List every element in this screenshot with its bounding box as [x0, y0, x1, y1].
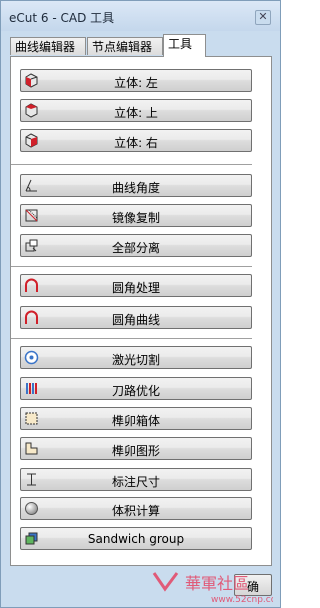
laser-cut-label: 激光切割 [111, 353, 160, 367]
fillet-label: 圆角处理 [111, 281, 160, 295]
toolpath-opt-label: 刀路优化 [111, 384, 160, 398]
separate-all-label: 全部分离 [111, 241, 160, 255]
tab-node-editor[interactable]: 节点编辑器 [87, 37, 163, 55]
sandwich-group-button[interactable]: Sandwich group [20, 527, 252, 550]
cad-tools-window: eCut 6 - CAD 工具 ✕ 曲线编辑器 节点编辑器 工具 立体: 左 立… [0, 0, 281, 608]
toolpath-opt-button[interactable]: 刀路优化 [20, 377, 252, 400]
view-right-label: 立体: 右 [114, 136, 158, 150]
tab-curve-editor[interactable]: 曲线编辑器 [10, 37, 86, 55]
dimension-label: 标注尺寸 [111, 475, 160, 489]
curve-angle-label: 曲线角度 [111, 181, 160, 195]
fillet-button[interactable]: 圆角处理 [20, 274, 252, 297]
view-left-button[interactable]: 立体: 左 [20, 69, 252, 92]
tenon-box-label: 榫卯箱体 [111, 414, 160, 428]
volume-calc-button[interactable]: 体积计算 [20, 497, 252, 520]
watermark-text: 華軍社區 [185, 574, 249, 593]
window-title: eCut 6 - CAD 工具 [9, 11, 115, 25]
mirror-copy-label: 镜像复制 [111, 211, 160, 225]
separate-all-button[interactable]: 全部分离 [20, 234, 252, 257]
tenon-shape-label: 榫卯图形 [111, 444, 160, 458]
separator [11, 164, 252, 166]
separator [11, 338, 252, 340]
watermark-logo: 華軍社區 www.52cnp.com [152, 572, 273, 605]
tenon-box-button[interactable]: 榫卯箱体 [20, 407, 252, 430]
tenon-shape-button[interactable]: 榫卯图形 [20, 437, 252, 460]
view-top-label: 立体: 上 [114, 106, 158, 120]
title-bar[interactable]: eCut 6 - CAD 工具 ✕ [1, 1, 280, 31]
mirror-copy-button[interactable]: 镜像复制 [20, 204, 252, 227]
tab-tools[interactable]: 工具 [163, 34, 206, 57]
fillet-curve-label: 圆角曲线 [111, 313, 160, 327]
separator [11, 266, 252, 268]
dimension-button[interactable]: 标注尺寸 [20, 468, 252, 491]
sandwich-group-label: Sandwich group [87, 532, 185, 546]
curve-angle-button[interactable]: 曲线角度 [20, 174, 252, 197]
view-left-label: 立体: 左 [114, 76, 158, 90]
fillet-curve-button[interactable]: 圆角曲线 [20, 306, 252, 329]
view-right-button[interactable]: 立体: 右 [20, 129, 252, 152]
laser-cut-button[interactable]: 激光切割 [20, 346, 252, 369]
view-top-button[interactable]: 立体: 上 [20, 99, 252, 122]
watermark-url: www.52cnp.com [211, 595, 273, 605]
volume-calc-label: 体积计算 [111, 504, 160, 518]
close-icon[interactable]: ✕ [255, 10, 271, 25]
